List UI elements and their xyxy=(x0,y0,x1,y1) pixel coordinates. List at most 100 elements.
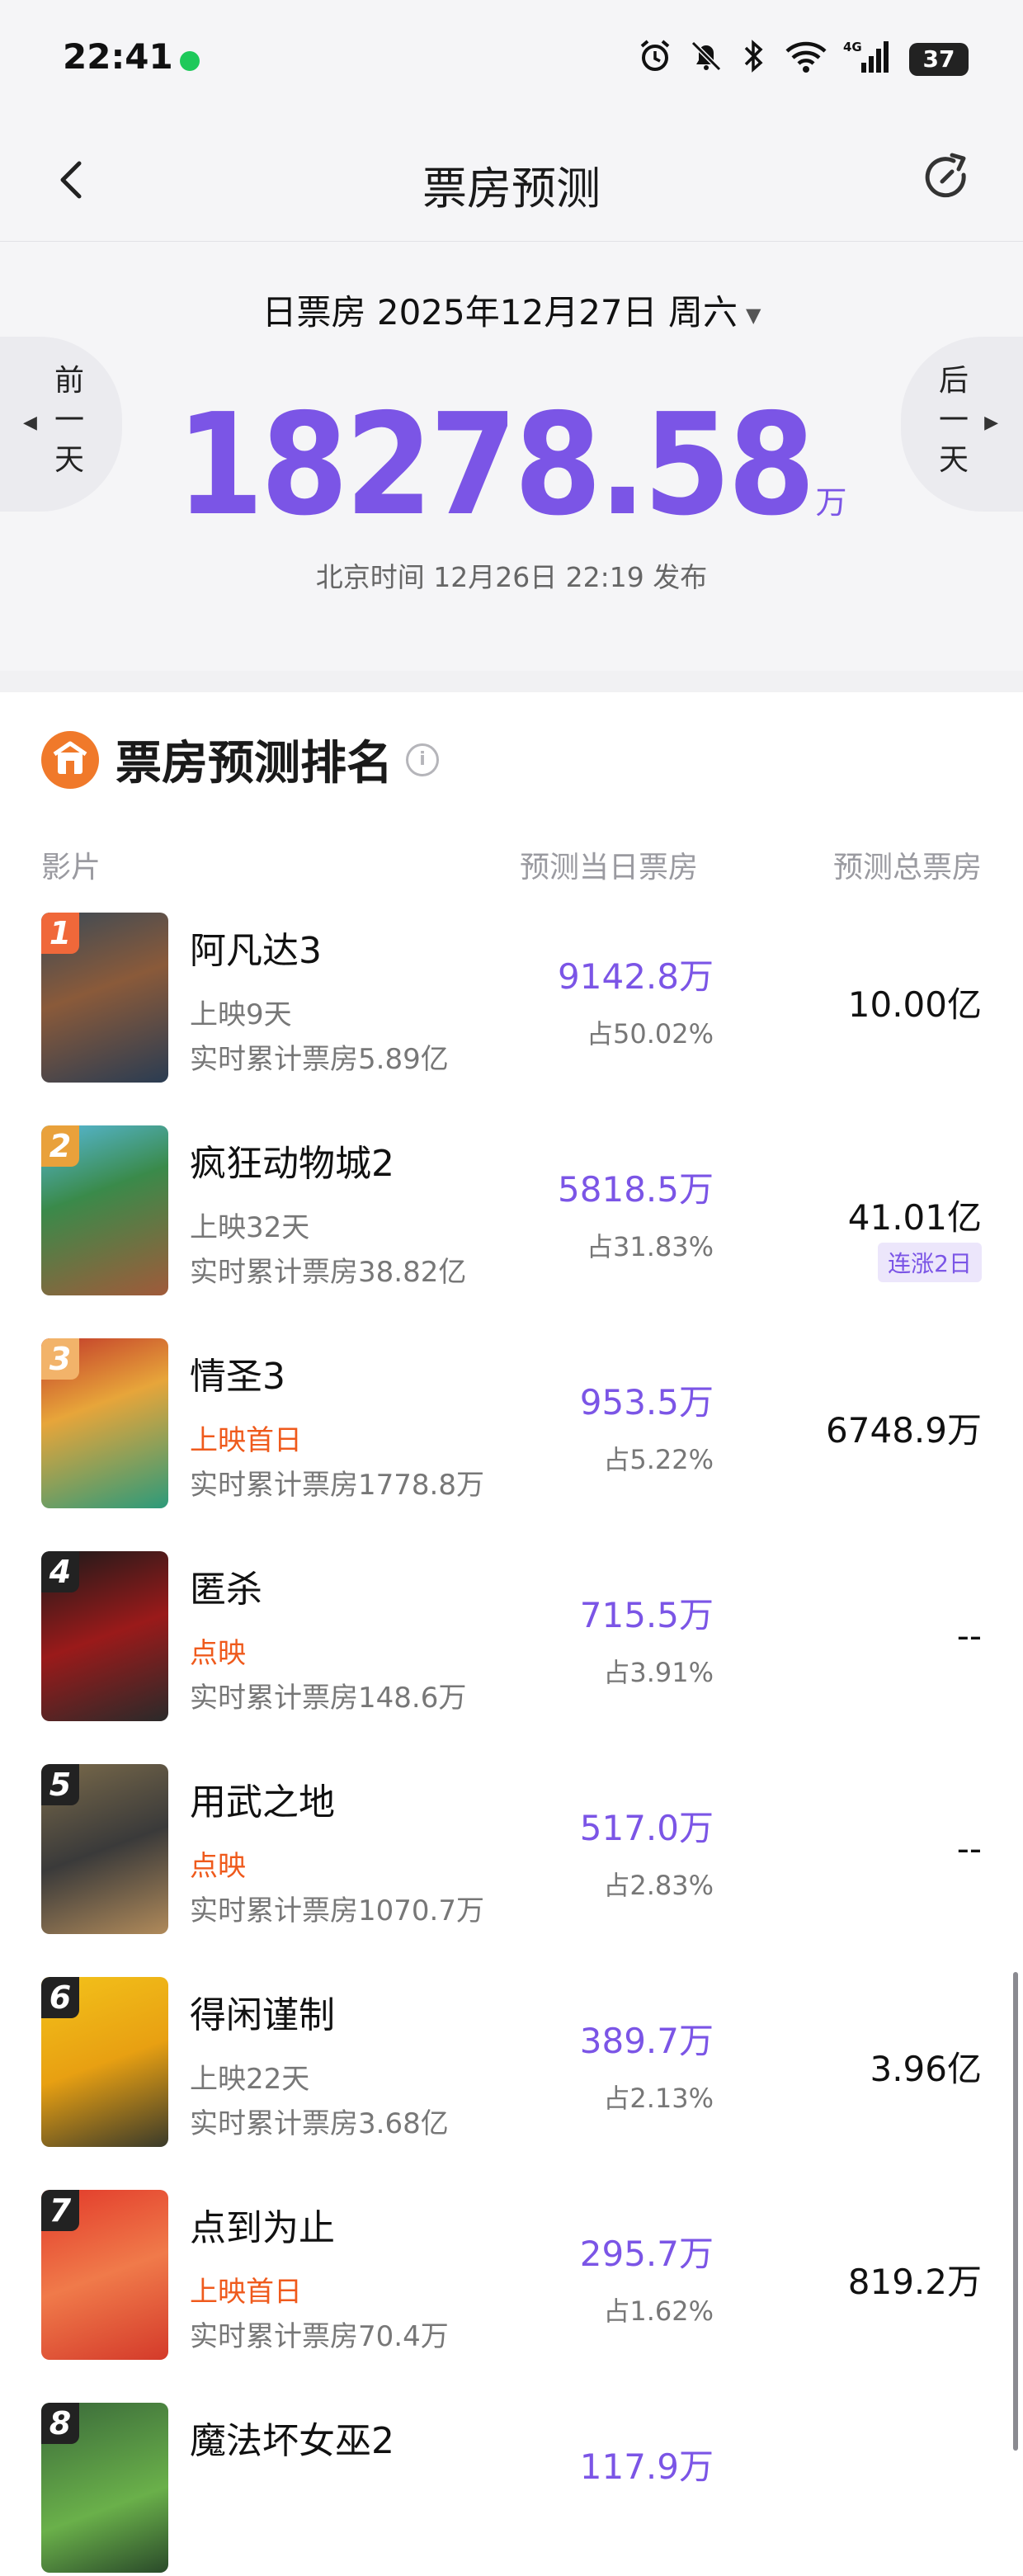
trend-tag: 连涨2日 xyxy=(878,1243,982,1282)
film-row[interactable]: 2 疯狂动物城2 上映32天实时累计票房38.82亿 5818.5万占31.83% 41… xyxy=(0,1125,990,1299)
total-forecast-value: 3.96亿 xyxy=(870,2049,982,2089)
film-name: 魔法坏女巫2 xyxy=(190,2420,394,2462)
film-row[interactable]: 3 情圣3 上映首日实时累计票房1778.8万 953.5万占5.22% 6748.9万 xyxy=(0,1338,990,1512)
film-name: 疯狂动物城2 xyxy=(190,1143,394,1185)
day-forecast-value: 953.5万 xyxy=(579,1382,714,1422)
day-forecast-share: 占31.83% xyxy=(586,1231,714,1262)
column-film: 影片 xyxy=(41,851,101,885)
film-row[interactable]: 7 点到为止上映首日实时累计票房70.4万 295.7万占1.62% 819.2万 xyxy=(0,2190,990,2363)
scrollbar[interactable] xyxy=(1013,1972,1018,2451)
day-forecast-share: 占2.83% xyxy=(603,1870,714,1901)
day-forecast-value: 117.9万 xyxy=(579,2446,714,2487)
rank-badge: 4 xyxy=(41,1551,79,1592)
film-row[interactable]: 4 匿杀点映实时累计票房148.6万 715.5万占3.91% -- xyxy=(0,1551,990,1724)
film-row[interactable]: 6 得闲谨制上映22天实时累计票房3.68亿 389.7万占2.13% 3.96亿 xyxy=(0,1977,990,2150)
publish-time: 北京时间 12月26日 22:19 发布 xyxy=(315,561,708,593)
mute-bell-icon xyxy=(691,40,722,72)
day-forecast-share: 占3.91% xyxy=(603,1657,714,1688)
film-cumulative: 实时累计票房3.68亿 xyxy=(190,2107,449,2140)
rank-badge: 1 xyxy=(41,913,79,954)
total-forecast-value: 41.01亿 xyxy=(847,1197,982,1238)
rank-badge: 3 xyxy=(41,1338,79,1380)
film-poster[interactable]: 7 xyxy=(41,2190,168,2360)
film-poster[interactable]: 3 xyxy=(41,1338,168,1508)
film-release-status: 上映首日 xyxy=(190,1424,302,1457)
film-name: 点到为止 xyxy=(190,2207,335,2249)
film-poster[interactable]: 5 xyxy=(41,1764,168,1934)
day-forecast-value: 9142.8万 xyxy=(558,956,714,997)
day-forecast-value: 715.5万 xyxy=(579,1595,714,1635)
film-release-status: 点映 xyxy=(190,1637,246,1670)
day-forecast-share: 占50.02% xyxy=(586,1018,714,1050)
svg-text:4G: 4G xyxy=(843,40,862,54)
alarm-icon xyxy=(640,40,670,71)
wifi-icon xyxy=(785,41,827,73)
film-row[interactable]: 5 用武之地点映实时累计票房1070.7万 517.0万占2.83% -- xyxy=(0,1764,990,1937)
ranking-title: 票房预测排名 xyxy=(116,737,393,790)
rank-badge: 6 xyxy=(41,1977,79,2018)
total-box-office: 18278.58 万 xyxy=(0,384,1023,547)
day-forecast-value: 5818.5万 xyxy=(558,1169,714,1210)
film-poster[interactable]: 2 xyxy=(41,1125,168,1295)
total-forecast-value: 819.2万 xyxy=(847,2262,982,2302)
date-label: 日票房 2025年12月27日 周六 xyxy=(262,292,738,333)
status-time: 22:41 xyxy=(63,36,173,77)
caret-down-icon: ▼ xyxy=(746,303,761,327)
total-forecast-value: 10.00亿 xyxy=(847,984,982,1025)
film-release-status: 点映 xyxy=(190,1850,246,1883)
film-name: 阿凡达3 xyxy=(190,930,322,972)
total-forecast-value: 6748.9万 xyxy=(826,1410,982,1451)
page-title: 票房预测 xyxy=(422,163,601,215)
film-name: 匿杀 xyxy=(190,1569,262,1611)
summary-header: 日票房 2025年12月27日 周六 ▼ ◀ 前一天 后一天 ▶ 18278.58… xyxy=(0,242,1023,671)
info-icon[interactable]: i xyxy=(406,743,439,776)
total-unit: 万 xyxy=(815,484,847,521)
film-poster[interactable]: 1 xyxy=(41,913,168,1083)
film-name: 情圣3 xyxy=(190,1356,285,1398)
film-poster[interactable]: 8 xyxy=(41,2403,168,2573)
film-release-status: 上映22天 xyxy=(190,2063,310,2096)
bluetooth-icon xyxy=(744,40,763,73)
wechat-indicator-icon xyxy=(180,51,200,71)
film-row[interactable]: 8 魔法坏女巫2 117.9万 xyxy=(0,2403,990,2576)
total-value: 18278.58 xyxy=(176,384,815,547)
film-name: 得闲谨制 xyxy=(190,1994,335,2036)
column-day-forecast: 预测当日票房 xyxy=(520,851,699,885)
battery-icon: 37 xyxy=(909,43,969,76)
day-forecast-value: 389.7万 xyxy=(579,2021,714,2061)
total-forecast-value: -- xyxy=(956,1828,982,1869)
day-forecast-share: 占1.62% xyxy=(603,2295,714,2327)
day-forecast-value: 295.7万 xyxy=(579,2234,714,2274)
film-cumulative: 实时累计票房148.6万 xyxy=(190,1682,467,1715)
film-name: 用武之地 xyxy=(190,1781,335,1823)
battery-level: 37 xyxy=(922,45,955,73)
film-release-status: 上映9天 xyxy=(190,998,292,1031)
status-bar: 22:41 4G 37 xyxy=(0,0,1023,116)
film-poster[interactable]: 4 xyxy=(41,1551,168,1721)
ranking-header: 票房预测排名 i xyxy=(41,726,439,793)
day-forecast-value: 517.0万 xyxy=(579,1808,714,1848)
rank-badge: 2 xyxy=(41,1125,79,1167)
rank-badge: 8 xyxy=(41,2403,79,2444)
ranking-logo-icon xyxy=(41,730,99,789)
film-cumulative: 实时累计票房70.4万 xyxy=(190,2320,449,2353)
film-row[interactable]: 1 阿凡达3 上映9天实时累计票房5.89亿 9142.8万占50.02% 10.00亿 xyxy=(0,913,990,1086)
day-forecast-share: 占2.13% xyxy=(603,2083,714,2114)
film-cumulative: 实时累计票房1778.8万 xyxy=(190,1469,484,1502)
date-selector[interactable]: 日票房 2025年12月27日 周六 ▼ xyxy=(0,285,1023,335)
column-total-forecast: 预测总票房 xyxy=(832,851,982,885)
film-cumulative: 实时累计票房38.82亿 xyxy=(190,1256,467,1289)
rank-badge: 7 xyxy=(41,2190,79,2231)
total-forecast-value: -- xyxy=(956,1616,982,1656)
rank-badge: 5 xyxy=(41,1764,79,1805)
film-release-status: 上映32天 xyxy=(190,1211,310,1244)
film-cumulative: 实时累计票房1070.7万 xyxy=(190,1894,484,1927)
signal-4g-icon: 4G xyxy=(843,40,889,73)
film-cumulative: 实时累计票房5.89亿 xyxy=(190,1043,449,1076)
divider xyxy=(0,671,1023,692)
film-release-status: 上映首日 xyxy=(190,2276,302,2309)
day-forecast-share: 占5.22% xyxy=(603,1444,714,1475)
refresh-icon[interactable] xyxy=(919,150,975,206)
status-icons: 4G xyxy=(637,38,891,74)
film-poster[interactable]: 6 xyxy=(41,1977,168,2147)
